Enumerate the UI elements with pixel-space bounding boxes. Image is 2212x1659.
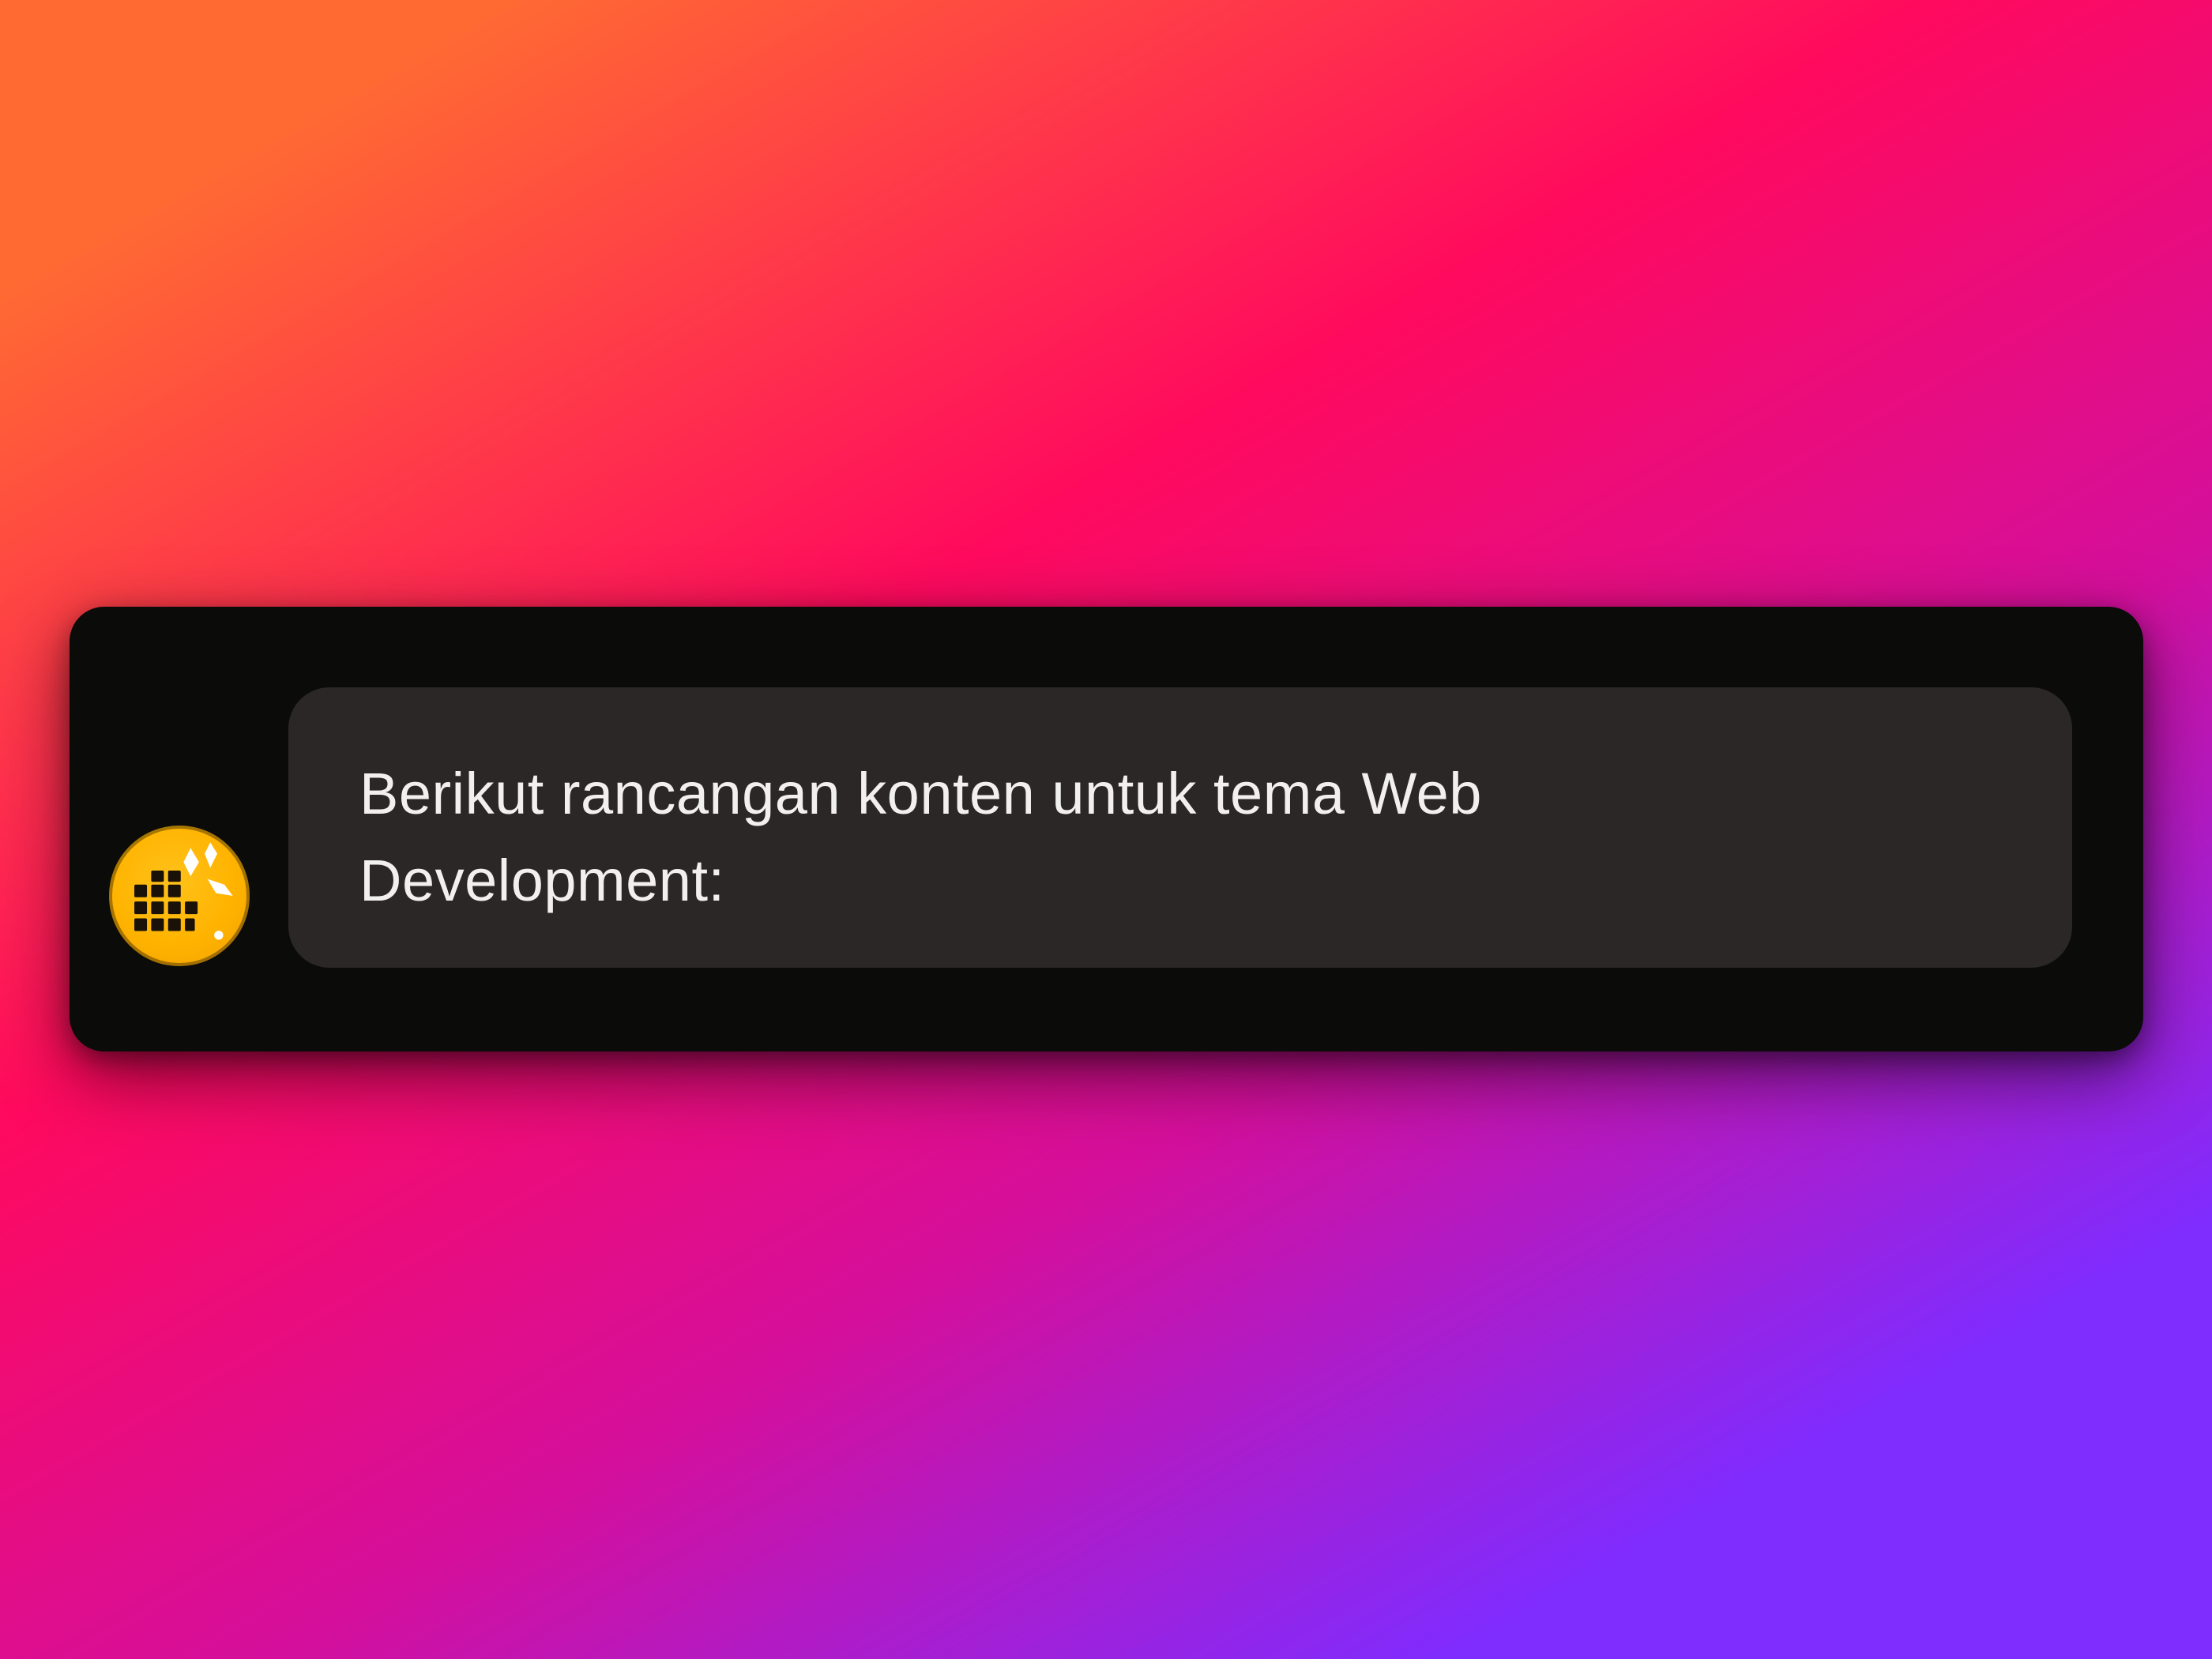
chat-message-card: Berikut rancangan konten untuk tema Web … [70,607,2143,1051]
message-bubble: Berikut rancangan konten untuk tema Web … [288,687,2072,968]
message-text: Berikut rancangan konten untuk tema Web … [359,761,1482,913]
assistant-avatar-icon [109,826,250,966]
orange-globe-sparkle-icon [134,842,233,940]
